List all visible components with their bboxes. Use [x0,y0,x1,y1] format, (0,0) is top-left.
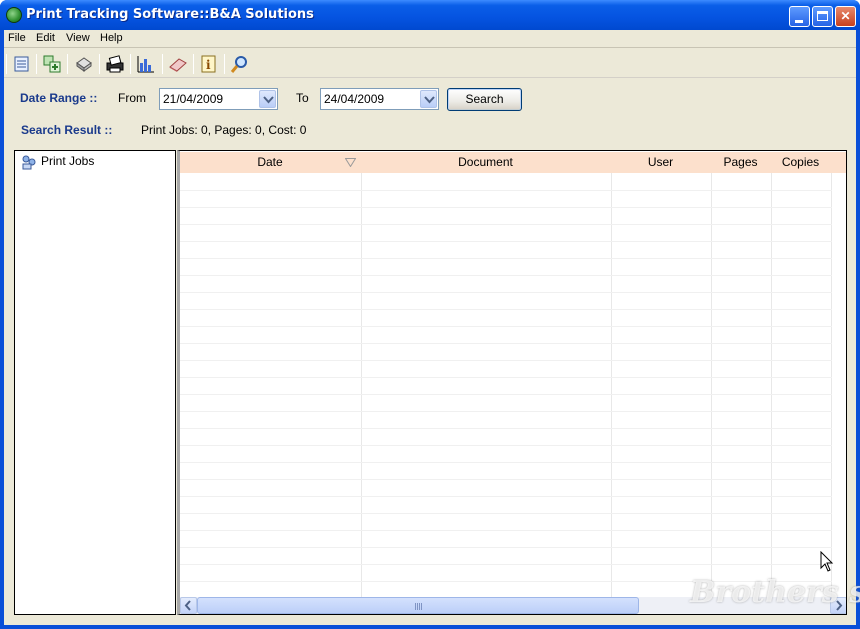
eraser-icon[interactable] [167,53,189,75]
column-divider [831,173,832,597]
from-date-value: 21/04/2009 [163,92,224,106]
menu-view[interactable]: View [66,32,90,44]
toolbar-separator [67,54,68,74]
column-header-label: User [647,155,674,169]
minimize-icon [795,20,803,23]
row-divider [180,190,832,191]
row-divider [180,411,832,412]
arrow-left-icon [184,600,191,611]
toolbar-separator [36,54,37,74]
maximize-button[interactable] [812,6,833,27]
search-button[interactable]: Search [447,88,522,111]
row-divider [180,479,832,480]
bar-chart-icon[interactable] [135,53,157,75]
toolbar-separator [130,54,131,74]
to-date-picker[interactable]: 24/04/2009 [320,88,439,110]
row-divider [180,207,832,208]
grid-header: Date Document User Pages Copies [180,152,846,173]
column-header-document[interactable]: Document [361,152,610,173]
print-jobs-icon [22,155,36,170]
app-window: Print Tracking Software::B&A Solutions ✕… [0,0,860,629]
tree-panel: Print Jobs [14,150,176,615]
column-header-user[interactable]: User [611,152,710,173]
sort-icon [345,158,356,167]
row-divider [180,326,832,327]
client-area: File Edit View Help i Date Range:: From… [4,30,856,625]
close-button[interactable]: ✕ [835,6,856,27]
row-divider [180,292,832,293]
column-header-pages[interactable]: Pages [711,152,770,173]
chevron-down-icon [263,96,274,104]
row-divider [180,241,832,242]
row-divider [180,445,832,446]
from-label: From [118,91,146,105]
column-divider [611,173,612,597]
row-divider [180,564,832,565]
grip-icon [415,603,423,610]
toolbar-separator [6,54,7,74]
toolbar-separator [193,54,194,74]
from-dropdown-button[interactable] [259,90,276,108]
grid-body [180,173,846,597]
menu-help[interactable]: Help [100,32,123,44]
scroll-thumb[interactable] [197,597,639,614]
tree-item-label: Print Jobs [41,154,95,168]
column-header-label: Pages [723,155,758,169]
title-bar[interactable]: Print Tracking Software::B&A Solutions ✕ [0,0,860,30]
row-divider [180,547,832,548]
column-header-date[interactable]: Date [180,152,360,173]
column-header-label: Document [458,155,513,169]
scroll-left-button[interactable] [180,597,197,614]
chevron-down-icon [424,96,435,104]
svg-text:i: i [206,58,211,72]
row-divider [180,513,832,514]
minimize-button[interactable] [789,6,810,27]
to-dropdown-button[interactable] [420,90,437,108]
column-divider [361,173,362,597]
row-divider [180,394,832,395]
toolbar-separator [99,54,100,74]
column-header-label: Copies [781,155,820,169]
maximize-icon [817,11,828,21]
search-result-label: Search Result :: [21,123,113,137]
row-divider [180,496,832,497]
print-settings-icon[interactable] [73,53,95,75]
row-divider [180,275,832,276]
menu-edit[interactable]: Edit [36,32,55,44]
column-divider [711,173,712,597]
menu-bar: File Edit View Help [4,30,856,48]
row-divider [180,309,832,310]
search-icon[interactable] [229,53,251,75]
to-date-value: 24/04/2009 [324,92,385,106]
info-icon[interactable]: i [198,53,220,75]
toolbar-separator [162,54,163,74]
row-divider [180,224,832,225]
date-range-label: Date Range :: [20,91,98,105]
menu-file[interactable]: File [8,32,26,44]
search-result-text: Print Jobs: 0, Pages: 0, Cost: 0 [141,123,307,137]
printer-icon[interactable] [104,53,126,75]
window-title: Print Tracking Software::B&A Solutions [26,7,314,22]
app-icon [6,7,22,23]
list-icon[interactable] [11,53,33,75]
column-divider [771,173,772,597]
column-header-label: Date [257,155,283,169]
print-jobs-grid: Date Document User Pages Copies [177,150,847,615]
to-label: To [296,91,309,105]
mouse-cursor-icon [820,551,834,572]
row-divider [180,343,832,344]
toolbar: i [4,50,856,78]
watermark: Brothers soft [690,575,860,610]
toolbar-separator [224,54,225,74]
add-icon[interactable] [41,53,63,75]
from-date-picker[interactable]: 21/04/2009 [159,88,278,110]
row-divider [180,462,832,463]
row-divider [180,360,832,361]
column-header-copies[interactable]: Copies [771,152,830,173]
row-divider [180,428,832,429]
row-divider [180,377,832,378]
row-divider [180,530,832,531]
row-divider [180,258,832,259]
